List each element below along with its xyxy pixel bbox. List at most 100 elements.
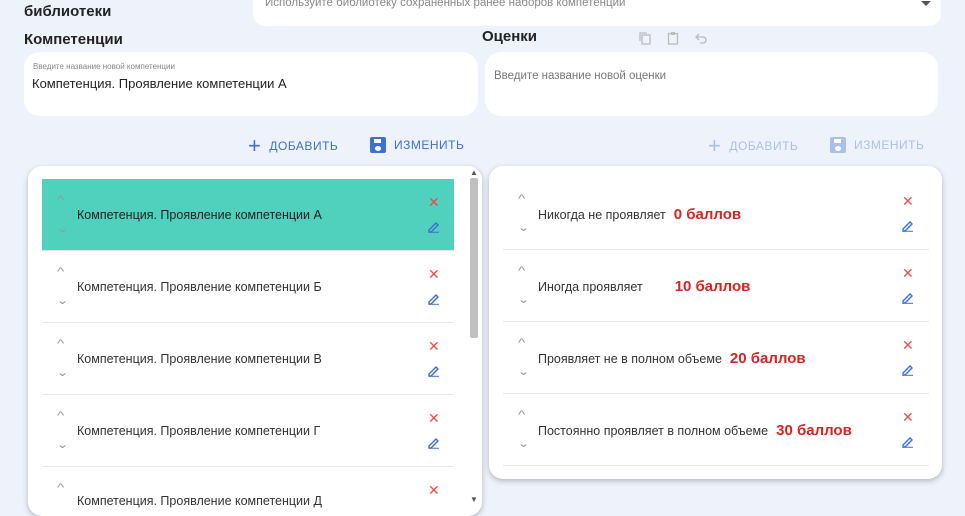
- rating-text: Постоянно проявляет в полном объеме: [538, 424, 769, 438]
- chevron-down-icon[interactable]: ⌄: [56, 368, 69, 379]
- delete-icon[interactable]: ✕: [902, 194, 914, 208]
- chevron-down-icon[interactable]: ⌄: [56, 440, 69, 451]
- rating-score: 10 баллов: [674, 278, 751, 295]
- competency-label: Компетенция. Проявление компетенции В: [77, 352, 322, 366]
- competency-name-input[interactable]: Введите название новой компетенции Компе…: [24, 52, 478, 116]
- chevron-up-icon[interactable]: ^: [57, 483, 64, 494]
- rating-label: Проявляет не в полном объеме 20 баллов: [538, 350, 806, 367]
- delete-icon[interactable]: ✕: [902, 410, 914, 424]
- rating-text: Иногда проявляет: [538, 280, 643, 294]
- edit-icon[interactable]: [427, 435, 441, 449]
- competency-row[interactable]: ^ ⌄ Компетенция. Проявление компетенции …: [42, 251, 454, 323]
- plus-icon: +: [248, 133, 262, 158]
- ratings-toolbar: [638, 31, 708, 45]
- delete-icon[interactable]: ✕: [902, 266, 914, 280]
- library-select[interactable]: Используйте библиотеку сохраненных ранее…: [253, 0, 941, 26]
- competency-edit-label: ИЗМЕНИТЬ: [394, 138, 465, 152]
- delete-icon[interactable]: ✕: [428, 267, 440, 281]
- chevron-up-icon[interactable]: ^: [57, 267, 64, 278]
- rating-label: Иногда проявляет 10 баллов: [538, 278, 750, 295]
- reorder-arrows[interactable]: ^ ⌄: [56, 195, 70, 235]
- chevron-up-icon[interactable]: ^: [57, 195, 64, 206]
- delete-icon[interactable]: ✕: [902, 338, 914, 352]
- chevron-down-icon[interactable]: ⌄: [56, 296, 69, 307]
- rating-score: 30 баллов: [776, 422, 852, 439]
- rating-text: Проявляет не в полном объеме: [538, 352, 722, 366]
- rating-row[interactable]: ^ ⌄ Иногда проявляет 10 баллов ✕: [503, 250, 929, 322]
- rating-score: 0 баллов: [673, 206, 742, 223]
- competencies-title: Компетенции: [24, 31, 123, 48]
- edit-icon[interactable]: [901, 434, 915, 448]
- undo-icon[interactable]: [694, 31, 708, 45]
- reorder-arrows[interactable]: ^ ⌄: [517, 338, 531, 378]
- chevron-down-icon[interactable]: ⌄: [517, 439, 530, 450]
- competency-edit-button[interactable]: ИЗМЕНИТЬ: [370, 137, 464, 153]
- edit-icon[interactable]: [427, 363, 441, 377]
- save-icon: [830, 137, 846, 153]
- edit-icon[interactable]: [901, 362, 915, 376]
- scroll-thumb[interactable]: [470, 178, 478, 338]
- delete-icon[interactable]: ✕: [428, 195, 440, 209]
- competency-row[interactable]: ^ ⌄ Компетенция. Проявление компетенции …: [42, 323, 454, 395]
- competency-label: Компетенция. Проявление компетенции Г: [77, 424, 321, 438]
- ratings-title: Оценки: [482, 28, 538, 45]
- reorder-arrows[interactable]: ^ ⌄: [56, 483, 70, 516]
- edit-icon[interactable]: [901, 290, 915, 304]
- competency-label: Компетенция. Проявление компетенции Д: [77, 494, 322, 508]
- chevron-up-icon[interactable]: ^: [518, 266, 525, 277]
- rating-row[interactable]: ^ ⌄ Проявляет не в полном объеме 20 балло…: [503, 322, 929, 394]
- rating-label: Постоянно проявляет в полном объеме 30 ба…: [538, 422, 852, 439]
- rating-edit-label: ИЗМЕНИТЬ: [854, 138, 925, 152]
- rating-add-label: ДОБАВИТЬ: [729, 139, 799, 153]
- competencies-scrollbar[interactable]: ▲ ▼: [467, 166, 481, 506]
- competency-row[interactable]: ^ ⌄ Компетенция. Проявление компетенции …: [42, 395, 454, 467]
- edit-icon[interactable]: [427, 291, 441, 305]
- reorder-arrows[interactable]: ^ ⌄: [517, 410, 531, 450]
- delete-icon[interactable]: ✕: [428, 411, 440, 425]
- reorder-arrows[interactable]: ^ ⌄: [517, 194, 531, 234]
- clipboard-icon[interactable]: [666, 31, 680, 45]
- scroll-down-icon[interactable]: ▼: [470, 495, 478, 504]
- chevron-up-icon[interactable]: ^: [518, 410, 525, 421]
- chevron-down-icon[interactable]: ⌄: [56, 512, 69, 516]
- copy-icon[interactable]: [638, 31, 652, 45]
- competency-label: Компетенция. Проявление компетенции Б: [77, 280, 322, 294]
- chevron-down-icon[interactable]: ⌄: [517, 367, 530, 378]
- rating-row[interactable]: ^ ⌄ Постоянно проявляет в полном объеме 3…: [503, 394, 929, 466]
- reorder-arrows[interactable]: ^ ⌄: [517, 266, 531, 306]
- edit-icon[interactable]: [901, 218, 915, 232]
- competency-label: Компетенция. Проявление компетенции А: [77, 208, 322, 222]
- edit-icon[interactable]: [427, 219, 441, 233]
- save-icon: [370, 137, 386, 153]
- competency-add-button[interactable]: + ДОБАВИТЬ: [248, 135, 338, 157]
- competencies-list: ^ ⌄ Компетенция. Проявление компетенции …: [28, 166, 482, 516]
- delete-icon[interactable]: ✕: [428, 339, 440, 353]
- ratings-list: ^ ⌄ Никогда не проявляет 0 баллов ✕ ^ ⌄ И…: [489, 166, 942, 479]
- delete-icon[interactable]: ✕: [428, 483, 440, 497]
- reorder-arrows[interactable]: ^ ⌄: [56, 411, 70, 451]
- chevron-up-icon[interactable]: ^: [518, 194, 525, 205]
- chevron-down-icon[interactable]: ⌄: [517, 223, 530, 234]
- chevron-down-icon[interactable]: [921, 1, 931, 6]
- chevron-down-icon[interactable]: ⌄: [517, 295, 530, 306]
- chevron-up-icon[interactable]: ^: [57, 339, 64, 350]
- competency-add-label: ДОБАВИТЬ: [269, 139, 339, 153]
- reorder-arrows[interactable]: ^ ⌄: [56, 267, 70, 307]
- scroll-up-icon[interactable]: ▲: [470, 168, 478, 177]
- library-label: библиотеки: [24, 3, 112, 20]
- library-select-placeholder: Используйте библиотеку сохраненных ранее…: [265, 0, 626, 9]
- rating-edit-button[interactable]: ИЗМЕНИТЬ: [830, 137, 924, 153]
- rating-name-input[interactable]: Введите название новой оценки: [485, 52, 938, 116]
- rating-add-button[interactable]: + ДОБАВИТЬ: [708, 135, 798, 157]
- chevron-up-icon[interactable]: ^: [57, 411, 64, 422]
- chevron-down-icon[interactable]: ⌄: [56, 224, 69, 235]
- reorder-arrows[interactable]: ^ ⌄: [56, 339, 70, 379]
- rating-row[interactable]: ^ ⌄ Никогда не проявляет 0 баллов ✕: [503, 178, 929, 250]
- competency-row[interactable]: ^ ⌄ Компетенция. Проявление компетенции …: [42, 179, 454, 251]
- rating-input-placeholder: Введите название новой оценки: [494, 70, 667, 82]
- competency-row[interactable]: ^ ⌄ Компетенция. Проявление компетенции …: [42, 467, 454, 516]
- competency-input-value[interactable]: Компетенция. Проявление компетенции А: [32, 76, 287, 91]
- rating-text: Никогда не проявляет: [538, 208, 666, 222]
- chevron-up-icon[interactable]: ^: [518, 338, 525, 349]
- competency-input-label: Введите название новой компетенции: [33, 62, 175, 71]
